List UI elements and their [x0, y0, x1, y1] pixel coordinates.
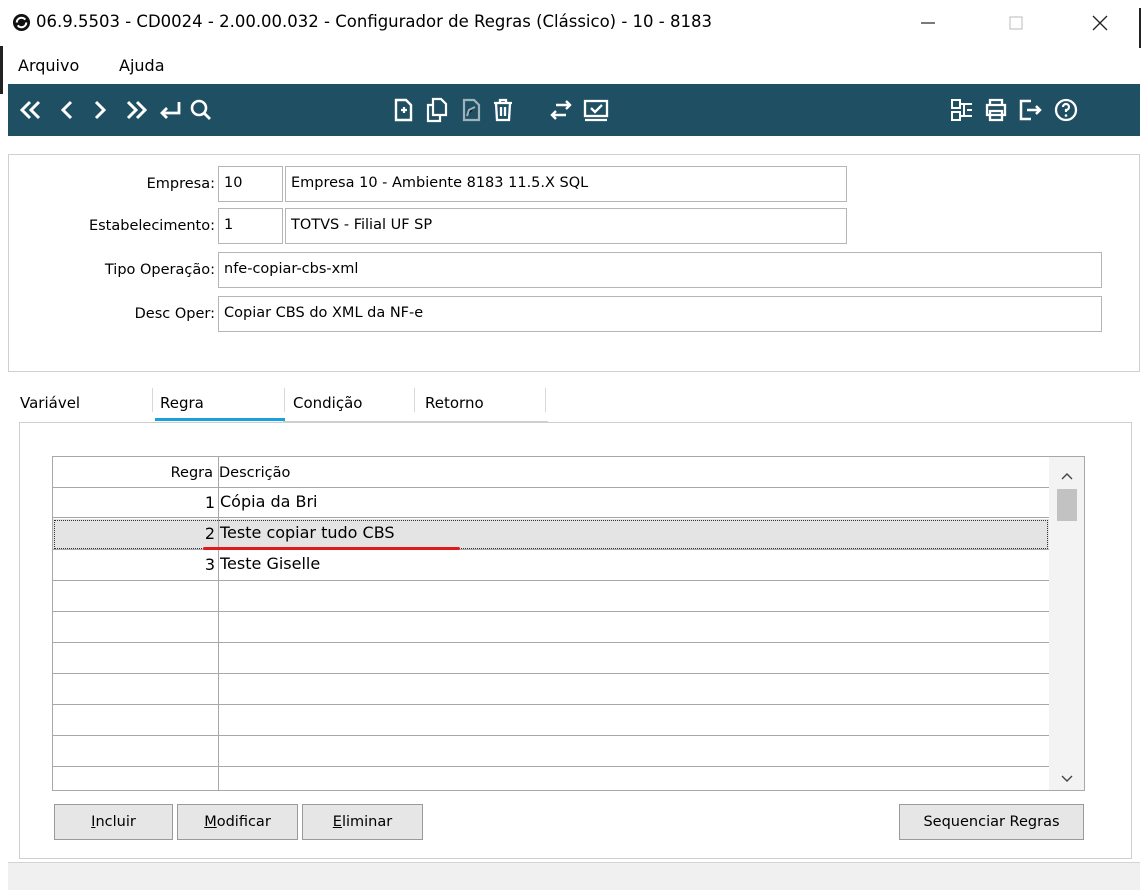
empty-row[interactable] [53, 705, 1049, 736]
grid-header: Regra Descrição [53, 457, 1049, 487]
sequenciar-regras-button[interactable]: Sequenciar Regras [899, 804, 1084, 840]
tab-separator [284, 388, 285, 412]
column-divider [218, 457, 219, 790]
menu-arquivo[interactable]: Arquivo [18, 56, 79, 75]
estabelecimento-description-field: TOTVS - Filial UF SP [285, 208, 847, 244]
tab-separator [545, 388, 546, 412]
new-document-icon [394, 98, 413, 122]
settings-icon [951, 99, 972, 121]
next-record-icon [94, 100, 107, 120]
cell-regra: 1 [204, 493, 215, 512]
active-tab-indicator [155, 418, 285, 421]
estabelecimento-label: Estabelecimento: [88, 218, 215, 234]
maximize-button[interactable] [993, 4, 1039, 42]
empty-row[interactable] [53, 674, 1049, 705]
menu-ajuda[interactable]: Ajuda [119, 56, 165, 75]
empresa-code-field[interactable]: 10 [218, 166, 283, 202]
close-button[interactable] [1077, 4, 1123, 42]
exit-icon [1019, 99, 1042, 121]
cell-descricao: Teste Giselle [220, 554, 321, 573]
cell-regra: 3 [204, 555, 215, 574]
copy-document-icon [426, 97, 448, 123]
tipo-operacao-field[interactable]: nfe-copiar-cbs-xml [218, 252, 1102, 288]
modificar-accelerator: M [204, 814, 217, 830]
next-record-button[interactable] [81, 91, 119, 129]
copy-document-button[interactable] [418, 91, 456, 129]
cell-descricao: Cópia da Bri [220, 492, 318, 511]
empty-row[interactable] [53, 581, 1049, 612]
swap-button[interactable] [542, 91, 580, 129]
incluir-label: ncluir [95, 814, 136, 830]
swap-icon [550, 100, 572, 120]
settings-button[interactable] [943, 91, 981, 129]
first-record-icon [19, 100, 41, 120]
incluir-button[interactable]: Incluir [54, 804, 173, 840]
cell-descricao: Teste copiar tudo CBS [220, 523, 395, 542]
desc-oper-label: Desc Oper: [134, 306, 215, 322]
window-title: 06.9.5503 - CD0024 - 2.00.00.032 - Confi… [36, 12, 712, 31]
help-button[interactable] [1047, 91, 1085, 129]
print-button[interactable] [977, 91, 1015, 129]
close-icon [1092, 15, 1108, 31]
status-bar [8, 862, 1140, 890]
estabelecimento-code-field[interactable]: 1 [218, 208, 283, 244]
tab-variavel[interactable]: Variável [20, 394, 80, 412]
toolbar [8, 84, 1140, 136]
scroll-up-button[interactable] [1049, 465, 1084, 487]
tab-regra[interactable]: Regra [160, 394, 204, 412]
delete-icon [494, 98, 512, 122]
empty-row[interactable] [53, 643, 1049, 674]
app-icon [12, 13, 31, 32]
first-record-button[interactable] [12, 91, 50, 129]
empty-row[interactable] [53, 736, 1049, 767]
title-bar: 06.9.5503 - CD0024 - 2.00.00.032 - Confi… [0, 0, 1147, 48]
highlight-annotation [203, 547, 460, 550]
column-header-descricao[interactable]: Descrição [219, 465, 290, 481]
print-icon [985, 98, 1007, 122]
exit-button[interactable] [1011, 91, 1049, 129]
column-header-regra[interactable]: Regra [53, 465, 213, 481]
empty-row[interactable] [53, 612, 1049, 643]
last-record-icon [126, 100, 148, 120]
modificar-label: odificar [216, 814, 271, 830]
tab-separator [414, 388, 415, 412]
regras-grid[interactable]: Regra Descrição 1 Cópia da Bri 2 Teste c… [52, 456, 1085, 791]
table-row[interactable]: 1 Cópia da Bri [53, 487, 1049, 518]
scroll-thumb[interactable] [1057, 489, 1077, 521]
previous-record-icon [60, 100, 73, 120]
modificar-button[interactable]: Modificar [177, 804, 298, 840]
edit-document-icon [462, 98, 481, 122]
tipo-operacao-label: Tipo Operação: [104, 262, 215, 278]
new-document-button[interactable] [384, 91, 422, 129]
desc-oper-field[interactable]: Copiar CBS do XML da NF-e [218, 296, 1102, 332]
eliminar-accelerator: E [332, 814, 342, 830]
minimize-icon [921, 22, 935, 24]
search-button[interactable] [182, 91, 220, 129]
tab-condicao[interactable]: Condição [293, 394, 362, 412]
menu-bar: Arquivo Ajuda [0, 50, 1147, 80]
delete-button[interactable] [484, 91, 522, 129]
search-icon [190, 99, 211, 120]
empresa-description-field: Empresa 10 - Ambiente 8183 11.5.X SQL [285, 166, 847, 202]
table-row-selected[interactable]: 2 Teste copiar tudo CBS [53, 519, 1049, 550]
confirm-icon [583, 99, 609, 122]
help-icon [1054, 98, 1078, 122]
minimize-button[interactable] [905, 4, 951, 42]
goto-icon [160, 102, 181, 119]
window-right-edge [1139, 8, 1141, 48]
empresa-label: Empresa: [146, 176, 215, 192]
confirm-button[interactable] [577, 91, 615, 129]
vertical-scrollbar[interactable] [1049, 457, 1084, 790]
scroll-down-button[interactable] [1049, 769, 1084, 789]
maximize-icon [1009, 16, 1023, 30]
last-record-button[interactable] [117, 91, 155, 129]
cell-regra: 2 [204, 524, 215, 543]
eliminar-label: liminar [341, 814, 393, 830]
eliminar-button[interactable]: Eliminar [302, 804, 423, 840]
tab-retorno[interactable]: Retorno [425, 394, 484, 412]
tab-separator [152, 388, 153, 412]
table-row[interactable]: 3 Teste Giselle [53, 550, 1049, 581]
chevron-up-icon [1061, 473, 1073, 480]
chevron-down-icon [1061, 775, 1073, 782]
